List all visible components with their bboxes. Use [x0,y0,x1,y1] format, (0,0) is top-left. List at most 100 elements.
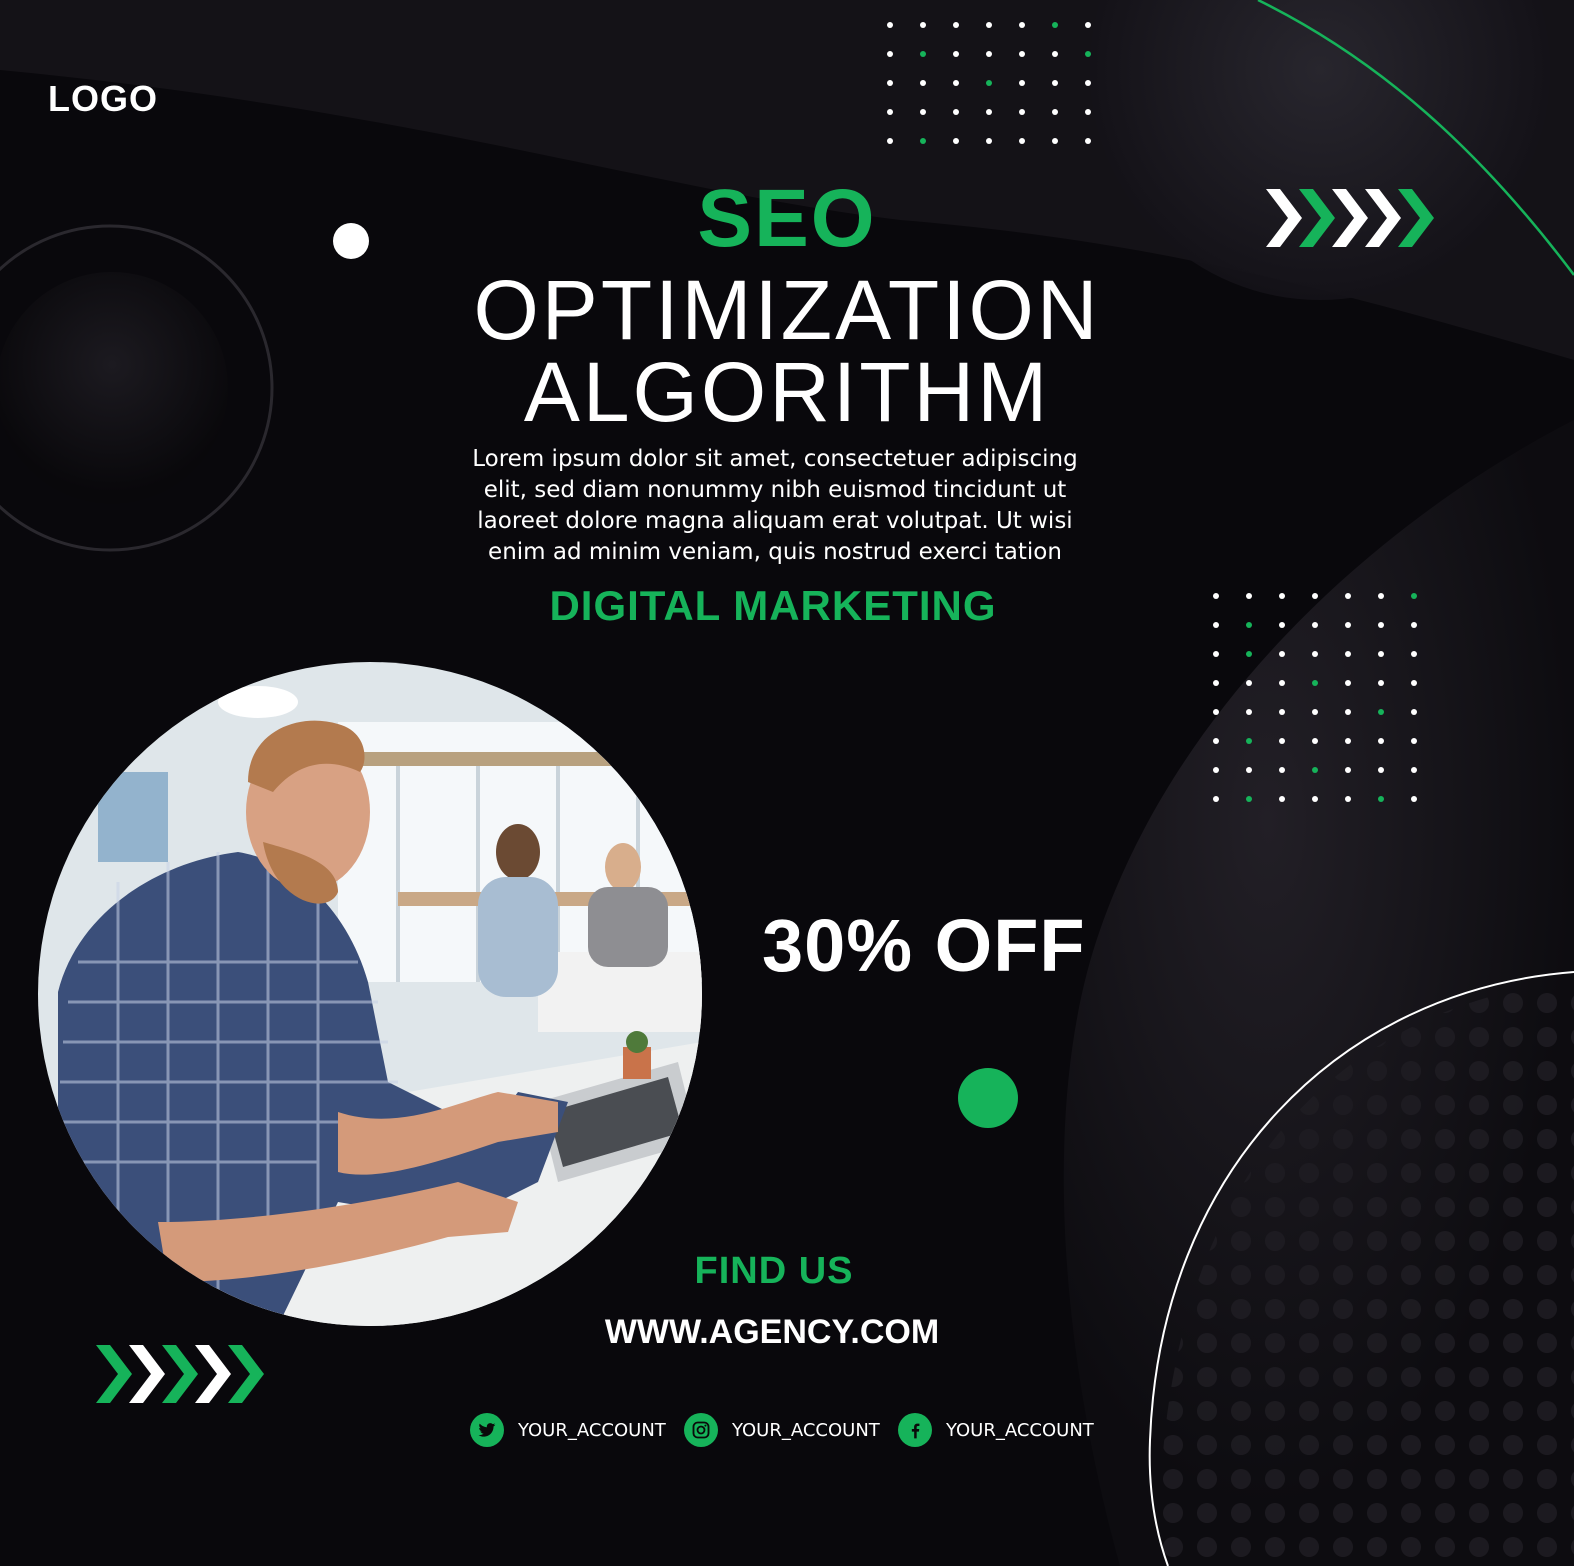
decor-dot [1052,138,1058,144]
decor-dot [1019,22,1025,28]
decor-dot [1378,709,1384,715]
chevron-arrow [195,1345,231,1403]
decor-dot [1052,80,1058,86]
chevron-arrow [96,1345,132,1403]
decor-dot [1312,680,1318,686]
decor-dot [1378,767,1384,773]
decor-dot [887,109,893,115]
decor-dot [1052,51,1058,57]
chevron-arrow [129,1345,165,1403]
decor-dot [1052,109,1058,115]
social-twitter[interactable]: YOUR_ACCOUNT [470,1410,666,1450]
decor-dot [1052,22,1058,28]
decor-dot [1411,709,1417,715]
description-text: Lorem ipsum dolor sit amet, consectetuer… [472,446,1078,565]
decor-dot [1085,22,1091,28]
decor-dot [1345,709,1351,715]
decor-dot [1019,109,1025,115]
decor-dot [1345,680,1351,686]
decor-dot [1378,680,1384,686]
decor-dot [1085,109,1091,115]
office-photo [38,662,702,1326]
decor-dot [1411,796,1417,802]
discount-offer: 30% OFF [762,904,1086,987]
chevron-arrow [228,1345,264,1403]
decor-dot [1279,738,1285,744]
chevron-arrow [162,1345,198,1403]
facebook-account-label: YOUR_ACCOUNT [946,1419,1094,1441]
decor-dot [1378,738,1384,744]
decor-dot [1378,796,1384,802]
decor-dot [1019,138,1025,144]
decor-dot [986,138,992,144]
social-instagram[interactable]: YOUR_ACCOUNT [684,1410,880,1450]
twitter-account-label: YOUR_ACCOUNT [518,1419,666,1441]
decor-dot [1411,738,1417,744]
find-us-heading: FIND US [694,1250,854,1292]
decor-dot [1085,51,1091,57]
decor-dot [1246,651,1252,657]
decor-dot [986,80,992,86]
instagram-account-label: YOUR_ACCOUNT [732,1419,880,1441]
decor-dot [953,51,959,57]
decor-dot [920,80,926,86]
decor-dot [986,51,992,57]
decor-dot [1019,80,1025,86]
decor-dot [1213,709,1219,715]
decor-dot [1246,767,1252,773]
decor-dot [953,22,959,28]
headline-keyword: SEO [697,173,877,264]
instagram-icon [684,1413,718,1447]
twitter-icon [470,1413,504,1447]
decor-dot [1213,651,1219,657]
decor-dot [953,80,959,86]
decor-dot [920,109,926,115]
website-link[interactable]: WWW.AGENCY.COM [0,1313,1544,1352]
decor-dot [986,22,992,28]
facebook-icon [898,1413,932,1447]
decor-dot [920,51,926,57]
decor-dot [920,138,926,144]
decor-dot [1246,709,1252,715]
decor-dot [1246,680,1252,686]
decor-dot [1345,651,1351,657]
decor-dot [1213,738,1219,744]
decor-dot [1279,796,1285,802]
decor-dot [953,109,959,115]
decor-dot [1378,651,1384,657]
decor-dot [1213,767,1219,773]
decor-dot [1246,738,1252,744]
decor-dot [1312,796,1318,802]
headline-line-1: OPTIMIZATION [473,263,1101,357]
headline-line-2: ALGORITHM [523,345,1051,439]
decor-dot [986,109,992,115]
decor-dot [887,51,893,57]
decor-dot [887,138,893,144]
decor-dot [1213,796,1219,802]
decor-dot [1019,51,1025,57]
decor-dot [887,22,893,28]
social-facebook[interactable]: YOUR_ACCOUNT [898,1410,1094,1450]
decor-dot [1411,680,1417,686]
seo-poster: LOGO SEO OPTIMIZATION ALGORITHM Lorem ip… [0,0,1574,1566]
decor-dot [920,22,926,28]
decor-dot [1312,738,1318,744]
decor-dot [887,80,893,86]
decor-dot [1279,680,1285,686]
decor-dot [1345,767,1351,773]
decor-dot [1279,767,1285,773]
decor-dot [1411,767,1417,773]
decor-dot [1411,651,1417,657]
decor-dot [1312,767,1318,773]
decor-dot [1279,651,1285,657]
decor-dot [1246,796,1252,802]
decor-dot [1279,709,1285,715]
decor-dot [1085,138,1091,144]
tagline: DIGITAL MARKETING [549,582,997,629]
decor-dot [953,138,959,144]
decor-dot [1312,651,1318,657]
decor-dot [1085,80,1091,86]
decor-dot [1312,709,1318,715]
decor-dot [1345,796,1351,802]
decor-dot [1345,738,1351,744]
